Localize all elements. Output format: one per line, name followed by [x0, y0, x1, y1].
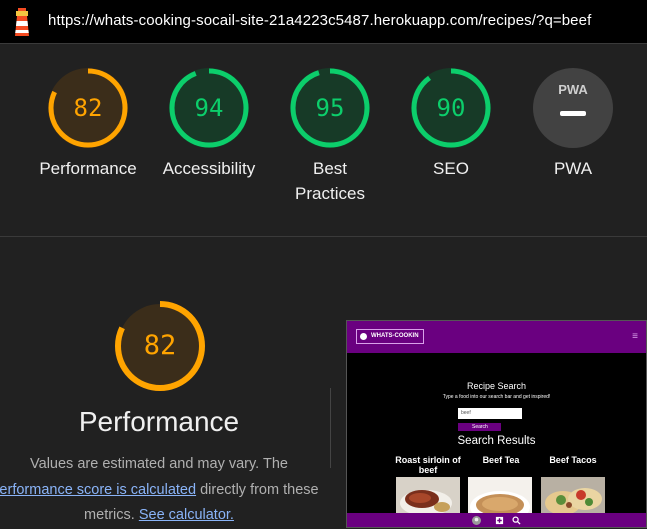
gauge-score: 90 [436, 94, 466, 122]
thumb-search-button: Search [458, 423, 501, 431]
thumb-search-input: beef [458, 408, 522, 419]
gauge-ring: PWA [533, 68, 613, 148]
gauge-label: SEO [433, 159, 469, 178]
address-bar: https://whats-cooking-socail-site-21a422… [0, 0, 647, 44]
gauge-label: Best Practices [295, 159, 365, 203]
thumb-avatar-icon [472, 516, 481, 525]
thumb-logo: WHATS-COOKIN [356, 329, 424, 344]
gauge-pwa[interactable]: PWA PWA [509, 68, 637, 181]
see-calculator-link[interactable]: See calculator. [139, 507, 234, 523]
performance-title: Performance [78, 406, 240, 437]
gauge-score: 94 [194, 94, 224, 122]
gauge-score: 82 [73, 94, 103, 122]
score-calculated-link[interactable]: erformance score is calculated [0, 482, 196, 498]
gauge-label: Accessibility [162, 159, 256, 178]
gauge-performance[interactable]: 82 Performance [24, 68, 152, 181]
thumb-card-title: Beef Tea [482, 455, 520, 465]
pwa-dash-icon [560, 111, 586, 116]
desc-text: Values are estimated and may vary. The [30, 456, 288, 472]
thumb-results-title: Search Results [457, 435, 536, 447]
performance-score: 82 [143, 330, 177, 361]
thumb-search-icon [512, 516, 521, 525]
thumb-heading: Recipe Search [466, 381, 527, 391]
page-url[interactable]: https://whats-cooking-socail-site-21a422… [48, 12, 591, 29]
gauge-best-practices[interactable]: 95 Best Practices [266, 68, 394, 206]
section-divider [0, 236, 647, 237]
gauge-accessibility[interactable]: 94 Accessibility [145, 68, 273, 181]
thumb-card-title: Roast sirloin of beef [395, 455, 461, 475]
thumb-footer [347, 513, 646, 527]
lighthouse-icon [15, 8, 29, 36]
pwa-badge-text: PWA [558, 82, 588, 97]
gauge-label: PWA [553, 159, 593, 178]
thumb-card-title: Beef Tacos [549, 455, 597, 465]
thumb-menu-icon: ≡ [632, 331, 638, 342]
gauge-score: 95 [315, 94, 345, 122]
thumb-add-icon [495, 516, 504, 525]
performance-description: Values are estimated and may vary. The e… [0, 452, 338, 529]
thumb-navbar: WHATS-COOKIN ≡ [347, 321, 646, 353]
gauge-label: Performance [39, 159, 137, 178]
final-screenshot-thumbnail[interactable]: WHATS-COOKIN ≡ Recipe Search Type a food… [346, 320, 647, 528]
performance-gauge-large: 82 [114, 300, 206, 392]
thumb-subheading: Type a food into our search bar and get … [442, 394, 551, 400]
column-divider [330, 388, 331, 468]
gauge-seo[interactable]: 90 SEO [387, 68, 515, 181]
